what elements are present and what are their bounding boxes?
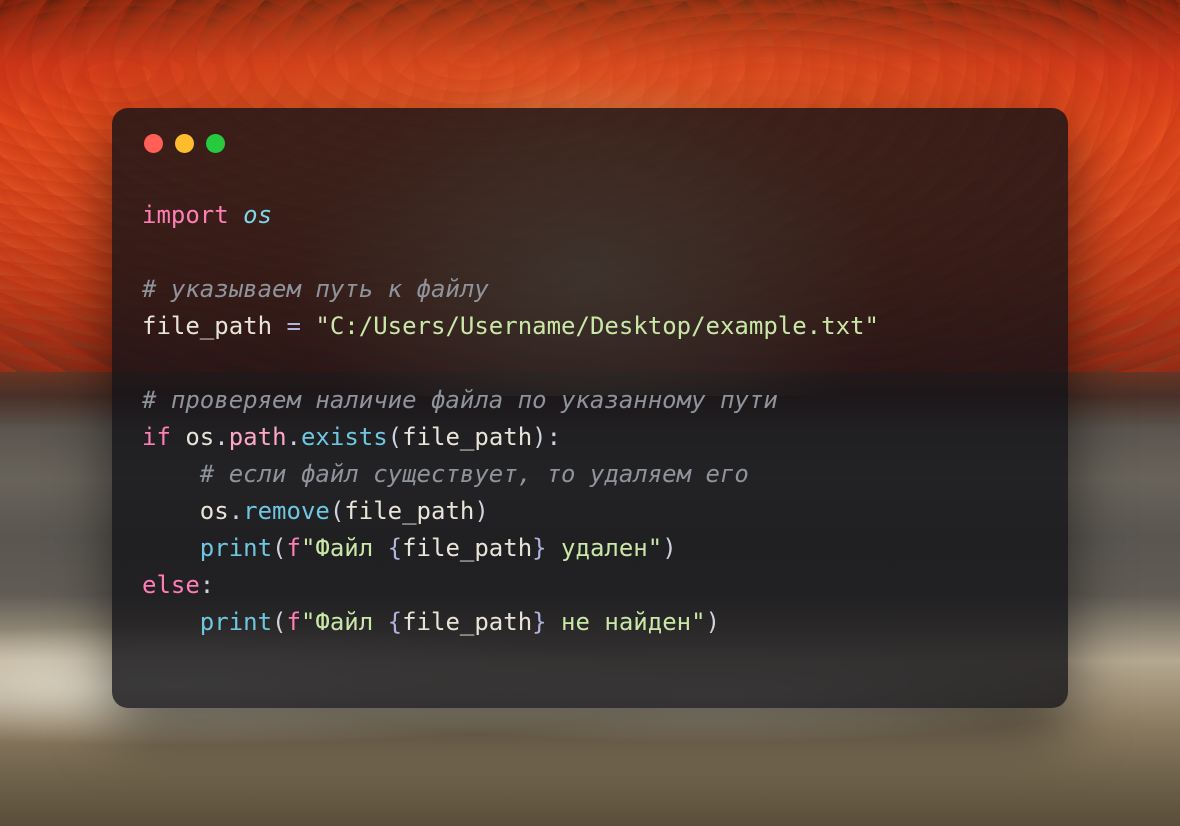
quote: " [301, 608, 315, 636]
dot: . [214, 423, 228, 451]
indent [142, 460, 200, 488]
colon: : [547, 423, 561, 451]
brace-open: { [388, 534, 402, 562]
kw-if: if [142, 423, 171, 451]
kw-else: else [142, 571, 200, 599]
arg-file-path: file_path [402, 423, 532, 451]
mod-os: os [243, 201, 272, 229]
op-eq: = [287, 312, 301, 340]
dot: . [229, 497, 243, 525]
code-content: import os # указываем путь к файлу file_… [142, 197, 1038, 641]
paren-open: ( [272, 534, 286, 562]
str-path: "C:/Users/Username/Desktop/example.txt" [315, 312, 879, 340]
maximize-button[interactable] [206, 134, 225, 153]
str-text: Файл [315, 534, 387, 562]
comment-delete: # если файл существует, то удаляем его [200, 460, 749, 488]
indent [142, 497, 200, 525]
str-text: не найден [547, 608, 692, 636]
brace-close: } [532, 534, 546, 562]
paren-close: ) [532, 423, 546, 451]
comment-check: # проверяем наличие файла по указанному … [142, 386, 778, 414]
comment-path: # указываем путь к файлу [142, 275, 489, 303]
var-file-path: file_path [142, 312, 272, 340]
paren-close: ) [474, 497, 488, 525]
obj-os: os [200, 497, 229, 525]
close-button[interactable] [144, 134, 163, 153]
indent [142, 608, 200, 636]
paren-open: ( [272, 608, 286, 636]
f-prefix: f [287, 608, 301, 636]
colon: : [200, 571, 214, 599]
paren-close: ) [706, 608, 720, 636]
brace-close: } [532, 608, 546, 636]
obj-os: os [185, 423, 214, 451]
code-window: import os # указываем путь к файлу file_… [112, 108, 1068, 708]
attr-path: path [229, 423, 287, 451]
paren-open: ( [388, 423, 402, 451]
kw-import: import [142, 201, 229, 229]
paren-open: ( [330, 497, 344, 525]
arg-file-path: file_path [344, 497, 474, 525]
fn-exists: exists [301, 423, 388, 451]
fn-remove: remove [243, 497, 330, 525]
quote: " [301, 534, 315, 562]
f-prefix: f [287, 534, 301, 562]
fn-print: print [200, 534, 272, 562]
indent [142, 534, 200, 562]
quote: " [648, 534, 662, 562]
minimize-button[interactable] [175, 134, 194, 153]
str-text: Файл [315, 608, 387, 636]
quote: " [691, 608, 705, 636]
dot: . [287, 423, 301, 451]
paren-close: ) [662, 534, 676, 562]
window-controls [144, 134, 1038, 153]
fn-print: print [200, 608, 272, 636]
interp-file-path: file_path [402, 534, 532, 562]
str-text: удален [547, 534, 648, 562]
brace-open: { [388, 608, 402, 636]
interp-file-path: file_path [402, 608, 532, 636]
